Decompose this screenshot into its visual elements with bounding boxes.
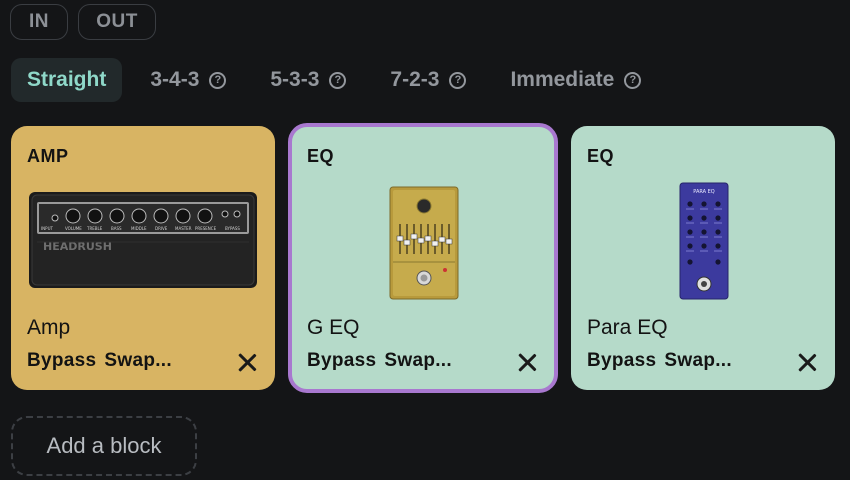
- routing-tabs: Straight 3-4-3 ? 5-3-3 ? 7-2-3 ? Immedia…: [11, 58, 669, 102]
- help-icon[interactable]: ?: [329, 71, 347, 89]
- swap-button[interactable]: Swap...: [104, 350, 172, 372]
- tab-immediate[interactable]: Immediate ?: [494, 58, 657, 102]
- svg-text:PRESENCE: PRESENCE: [195, 226, 217, 231]
- tab-label: Straight: [27, 68, 107, 91]
- block-name: G EQ: [307, 316, 360, 339]
- swap-button[interactable]: Swap...: [384, 350, 452, 372]
- block-name: Para EQ: [587, 316, 668, 339]
- svg-text:TREBLE: TREBLE: [86, 226, 103, 231]
- io-row: IN OUT: [10, 4, 156, 40]
- svg-text:MIDDLE: MIDDLE: [131, 226, 147, 231]
- tab-label: 7-2-3: [390, 68, 440, 91]
- tab-3-4-3[interactable]: 3-4-3 ?: [134, 58, 242, 102]
- block-actions: Bypass Swap...: [27, 350, 172, 372]
- block-actions: Bypass Swap...: [587, 350, 732, 372]
- help-icon[interactable]: ?: [624, 71, 642, 89]
- help-icon[interactable]: ?: [449, 71, 467, 89]
- svg-text:VOLUME: VOLUME: [65, 226, 82, 231]
- out-button[interactable]: OUT: [78, 4, 156, 40]
- block-card-para-eq[interactable]: EQ PARA EQ Para EQ Bypass Swap...: [571, 126, 835, 390]
- amp-head-icon: INPUT VOLUME TREBLE BASS MIDDLE DRIVE MASTER…: [29, 192, 257, 288]
- svg-text:INPUT: INPUT: [41, 226, 54, 231]
- block-category: EQ: [587, 146, 615, 166]
- tab-label: Immediate: [510, 68, 615, 91]
- tab-label: 5-3-3: [270, 68, 320, 91]
- svg-text:DRIVE: DRIVE: [155, 226, 168, 231]
- svg-text:MASTER: MASTER: [175, 226, 192, 231]
- block-list: AMP INPUT VOLUME TREBLE BASS MIDDLE DRIVE: [11, 123, 835, 393]
- block-actions: Bypass Swap...: [307, 350, 452, 372]
- tab-straight[interactable]: Straight: [11, 58, 123, 102]
- tab-7-2-3[interactable]: 7-2-3 ?: [374, 58, 482, 102]
- close-icon[interactable]: [797, 352, 817, 372]
- tab-5-3-3[interactable]: 5-3-3 ?: [254, 58, 362, 102]
- bypass-button[interactable]: Bypass: [307, 350, 376, 372]
- svg-text:BYPASS: BYPASS: [225, 226, 240, 231]
- add-block-button[interactable]: Add a block: [11, 416, 197, 476]
- para-eq-brand-text: PARA EQ: [693, 189, 715, 195]
- in-button[interactable]: IN: [10, 4, 68, 40]
- help-icon[interactable]: ?: [209, 71, 227, 89]
- parametric-eq-pedal-icon: PARA EQ: [679, 182, 729, 300]
- swap-button[interactable]: Swap...: [664, 350, 732, 372]
- bypass-button[interactable]: Bypass: [27, 350, 96, 372]
- svg-text:BASS: BASS: [111, 226, 122, 231]
- bypass-button[interactable]: Bypass: [587, 350, 656, 372]
- tab-label: 3-4-3: [150, 68, 200, 91]
- block-card-g-eq[interactable]: EQ G EQ Bypass Swap...: [288, 123, 558, 393]
- close-icon[interactable]: [237, 352, 257, 372]
- block-category: AMP: [27, 146, 69, 166]
- block-name: Amp: [27, 316, 71, 339]
- close-icon[interactable]: [517, 352, 537, 372]
- block-category: EQ: [307, 146, 335, 166]
- block-card-amp[interactable]: AMP INPUT VOLUME TREBLE BASS MIDDLE DRIVE: [11, 126, 275, 390]
- graphic-eq-pedal-icon: [389, 186, 459, 300]
